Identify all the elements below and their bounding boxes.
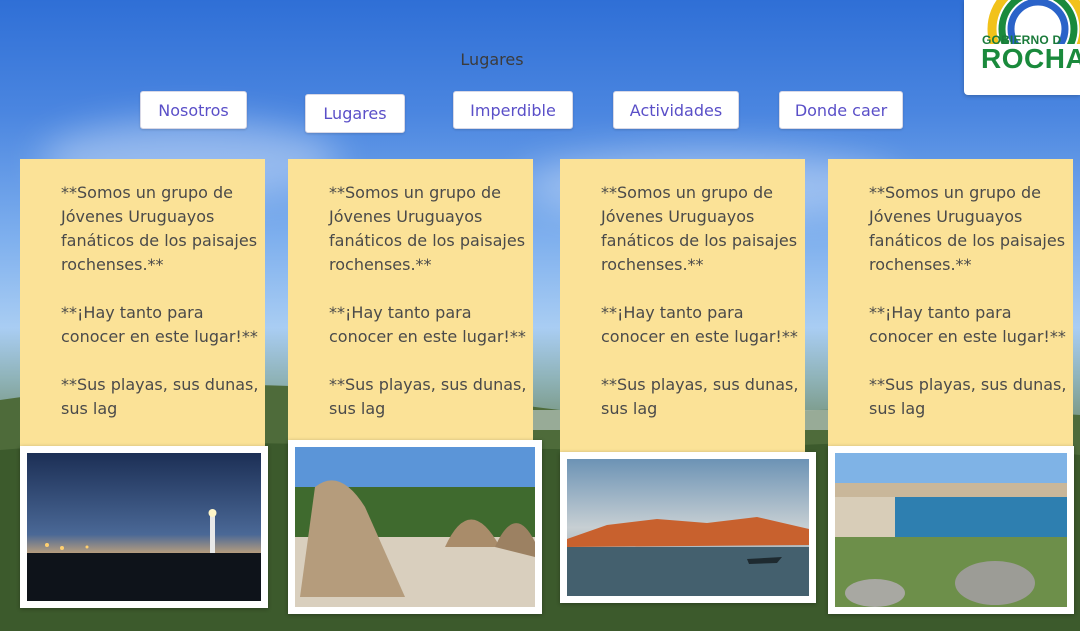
- card-paragraph: **¡Hay tanto para conocer en este lugar!…: [869, 303, 1066, 346]
- card-paragraph: **Sus playas, sus dunas, sus lag: [329, 375, 527, 418]
- card-paragraph: **¡Hay tanto para conocer en este lugar!…: [601, 303, 798, 346]
- lagoon-sunset-image: [567, 459, 809, 596]
- card-paragraph: **Sus playas, sus dunas, sus lag: [601, 375, 799, 418]
- coastal-town-photo[interactable]: [828, 446, 1074, 614]
- nav-button-imperdible[interactable]: Imperdible: [453, 91, 573, 129]
- card-paragraph: **Somos un grupo de Jóvenes Uruguayos fa…: [869, 183, 1066, 274]
- info-card: **Somos un grupo de Jóvenes Uruguayos fa…: [288, 159, 533, 459]
- card-paragraph: **¡Hay tanto para conocer en este lugar!…: [61, 303, 258, 346]
- card-paragraph: **Sus playas, sus dunas, sus lag: [869, 375, 1067, 418]
- rock-formations-image: [295, 447, 535, 607]
- card-paragraph: **Somos un grupo de Jóvenes Uruguayos fa…: [61, 183, 258, 274]
- gobierno-rocha-logo[interactable]: GOBIERNO D ROCHA: [964, 0, 1080, 95]
- nav-button-lugares[interactable]: Lugares: [305, 94, 405, 133]
- info-card: **Somos un grupo de Jóvenes Uruguayos fa…: [828, 159, 1073, 459]
- card-paragraph: **Somos un grupo de Jóvenes Uruguayos fa…: [329, 183, 526, 274]
- coastal-town-image: [835, 453, 1067, 607]
- lighthouse-night-image: [27, 453, 261, 601]
- card-paragraph: **¡Hay tanto para conocer en este lugar!…: [329, 303, 526, 346]
- page-title: Lugares: [460, 50, 524, 69]
- nav-button-donde-caer[interactable]: Donde caer: [779, 91, 903, 129]
- logo-text-line2: ROCHA: [981, 43, 1080, 74]
- info-card: **Somos un grupo de Jóvenes Uruguayos fa…: [560, 159, 805, 459]
- nav-button-nosotros[interactable]: Nosotros: [140, 91, 247, 129]
- lighthouse-night-photo[interactable]: [20, 446, 268, 608]
- nav-button-actividades[interactable]: Actividades: [613, 91, 739, 129]
- info-card: **Somos un grupo de Jóvenes Uruguayos fa…: [20, 159, 265, 459]
- lagoon-sunset-photo[interactable]: [560, 452, 816, 603]
- card-paragraph: **Sus playas, sus dunas, sus lag: [61, 375, 259, 418]
- rock-formations-photo[interactable]: [288, 440, 542, 614]
- card-paragraph: **Somos un grupo de Jóvenes Uruguayos fa…: [601, 183, 798, 274]
